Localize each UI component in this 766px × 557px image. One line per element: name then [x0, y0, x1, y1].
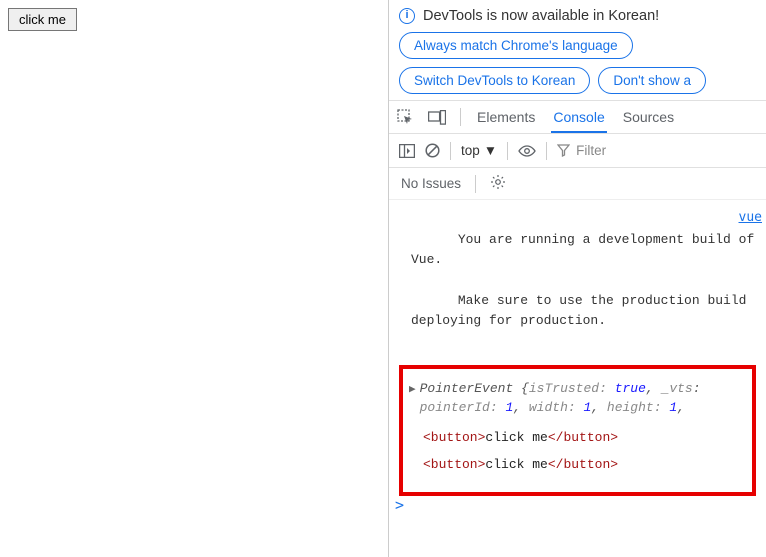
chevron-down-icon: ▼	[484, 143, 497, 158]
console-output: vue You are running a development build …	[389, 200, 766, 557]
pointer-event-log: ▶ PointerEvent {isTrusted: true, _vts: p…	[409, 379, 746, 418]
button-element-log: <button>click me</button>	[423, 457, 746, 472]
info-icon: i	[399, 8, 415, 24]
highlighted-region: ▶ PointerEvent {isTrusted: true, _vts: p…	[399, 365, 756, 496]
expand-caret-icon[interactable]: ▶	[409, 382, 416, 396]
issues-bar: No Issues	[389, 168, 766, 200]
live-expression-icon[interactable]	[518, 145, 536, 157]
demo-button[interactable]: click me	[8, 8, 77, 31]
settings-icon[interactable]	[490, 174, 506, 193]
divider	[546, 142, 547, 160]
devtools-panel: i DevTools is now available in Korean! A…	[388, 0, 766, 557]
device-toolbar-icon[interactable]	[428, 110, 446, 125]
funnel-icon	[557, 144, 570, 157]
clear-console-icon[interactable]	[425, 143, 440, 158]
always-match-chrome-button[interactable]: Always match Chrome's language	[399, 32, 633, 59]
context-selector[interactable]: top ▼	[461, 143, 497, 158]
switch-to-korean-button[interactable]: Switch DevTools to Korean	[399, 67, 590, 94]
filter-input[interactable]: Filter	[557, 143, 606, 158]
console-toolbar: top ▼ Filter	[389, 134, 766, 168]
issues-label: No Issues	[401, 176, 461, 191]
context-label: top	[461, 143, 480, 158]
divider	[475, 175, 476, 193]
divider	[450, 142, 451, 160]
divider	[460, 108, 461, 126]
language-banner-title: DevTools is now available in Korean!	[423, 8, 659, 24]
tab-elements[interactable]: Elements	[475, 102, 537, 132]
tab-console[interactable]: Console	[551, 102, 606, 133]
filter-placeholder: Filter	[576, 143, 606, 158]
button-element-log: <button>click me</button>	[423, 430, 746, 445]
inspect-icon[interactable]	[397, 109, 414, 126]
vue-source-link[interactable]: vue	[739, 210, 762, 225]
vue-warning-log: You are running a development build of V…	[411, 210, 762, 351]
console-prompt[interactable]: >	[395, 496, 762, 514]
devtools-tabs: Elements Console Sources	[389, 100, 766, 134]
language-banner: i DevTools is now available in Korean! A…	[389, 0, 766, 100]
sidebar-toggle-icon[interactable]	[399, 144, 415, 158]
tab-sources[interactable]: Sources	[621, 102, 676, 132]
dont-show-button[interactable]: Don't show a	[598, 67, 706, 94]
divider	[507, 142, 508, 160]
